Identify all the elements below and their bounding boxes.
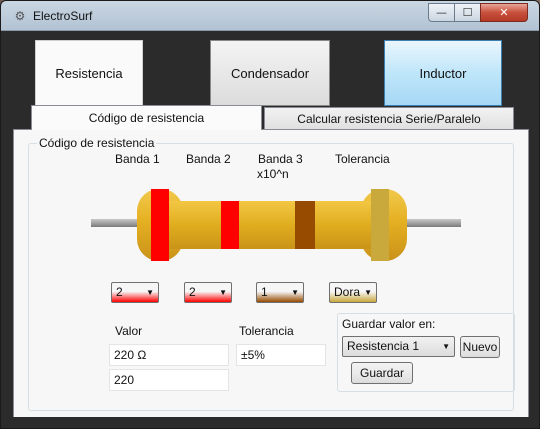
app-window: ⚙ ElectroSurf — ☐ ✕ Resistencia Condensa… <box>0 0 540 429</box>
save-target-value: Resistencia 1 <box>347 339 420 353</box>
band3-value: 1 <box>261 285 268 299</box>
tolerance-band-label: Tolerancia <box>335 152 390 166</box>
resistor-middle <box>167 201 377 249</box>
band1-label: Banda 1 <box>115 152 160 166</box>
tab-panel: Código de resistencia Banda 1 Banda 2 Ba… <box>13 129 529 419</box>
chevron-down-icon: ▼ <box>219 288 227 297</box>
save-group: Guardar valor en: Resistencia 1 ▼ Nuevo … <box>337 313 515 392</box>
chevron-down-icon: ▼ <box>364 288 372 297</box>
tab-serie-paralelo[interactable]: Calcular resistencia Serie/Paralelo <box>264 107 514 129</box>
close-icon: ✕ <box>499 6 509 19</box>
tolerance-stripe <box>371 189 389 261</box>
save-target-select[interactable]: Resistencia 1 ▼ <box>342 336 455 357</box>
band3-label: Banda 3 <box>258 152 303 166</box>
group-title: Código de resistencia <box>37 136 157 150</box>
tolerance-select[interactable]: Dora ▼ <box>329 282 377 303</box>
condensador-button[interactable]: Condensador <box>210 40 330 106</box>
chevron-down-icon: ▼ <box>291 288 299 297</box>
tolerance-value: Dora <box>334 285 361 299</box>
window-title: ElectroSurf <box>33 9 93 23</box>
valor-label: Valor <box>115 324 143 338</box>
maximize-button[interactable]: ☐ <box>454 3 481 22</box>
resistor-body <box>137 189 407 261</box>
band3-select[interactable]: 1 ▼ <box>256 282 304 303</box>
tolerancia-label: Tolerancia <box>239 324 294 338</box>
tab-control: Código de resistencia Calcular resistenc… <box>13 105 529 419</box>
tab-codigo-resistencia[interactable]: Código de resistencia <box>31 105 262 130</box>
nuevo-button[interactable]: Nuevo <box>460 336 500 358</box>
title-bar[interactable]: ⚙ ElectroSurf — ☐ ✕ <box>1 1 539 31</box>
chevron-down-icon: ▼ <box>442 342 450 351</box>
guardar-button[interactable]: Guardar <box>351 362 413 384</box>
band2-value: 2 <box>189 285 196 299</box>
chevron-down-icon: ▼ <box>146 288 154 297</box>
band2-label: Banda 2 <box>186 152 231 166</box>
band3-stripe <box>295 201 315 249</box>
band1-value: 2 <box>116 285 123 299</box>
save-label: Guardar valor en: <box>342 317 436 331</box>
resistor-image <box>91 179 461 269</box>
band2-stripe <box>221 201 239 249</box>
band1-select[interactable]: 2 ▼ <box>111 282 159 303</box>
resistor-code-group: Código de resistencia Banda 1 Banda 2 Ba… <box>28 136 515 411</box>
maximize-icon: ☐ <box>462 6 473 19</box>
resistor-lead-right <box>401 219 461 227</box>
close-button[interactable]: ✕ <box>480 3 528 22</box>
tolerancia-field[interactable]: ±5% <box>236 344 326 366</box>
gear-icon: ⚙ <box>14 9 26 23</box>
minimize-icon: — <box>436 6 447 19</box>
minimize-button[interactable]: — <box>428 3 455 22</box>
valor-text-field[interactable]: 220 Ω <box>109 344 229 366</box>
resistencia-button[interactable]: Resistencia <box>35 40 143 106</box>
window-bottom-border <box>1 417 539 428</box>
valor-number-field[interactable]: 220 <box>109 369 229 391</box>
inductor-button[interactable]: Inductor <box>384 40 502 106</box>
band1-stripe <box>151 189 169 261</box>
band2-select[interactable]: 2 ▼ <box>184 282 232 303</box>
